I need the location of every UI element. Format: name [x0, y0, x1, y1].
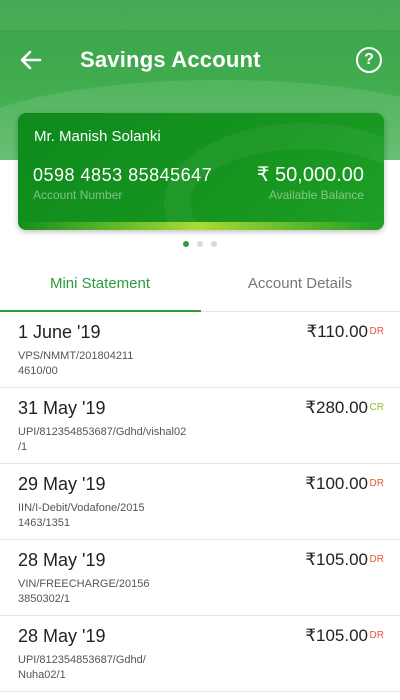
- transaction-description-line: IIN/I-Debit/Vodafone/2015: [18, 502, 145, 514]
- transaction-amount: ₹105.00: [305, 550, 368, 569]
- header-stripe: [0, 0, 400, 30]
- transaction-date: 1 June '19: [18, 322, 101, 342]
- transaction-row[interactable]: 28 May '19 VIN/FREECHARGE/20156 3850302/…: [0, 540, 400, 616]
- transaction-description-line: 3850302/1: [18, 593, 70, 605]
- transaction-row[interactable]: 31 May '19 UPI/812354853687/Gdhd/vishal0…: [0, 388, 400, 464]
- available-balance: ₹ 50,000.00: [256, 164, 364, 186]
- help-button[interactable]: ?: [356, 47, 382, 73]
- transaction-description: UPI/812354853687/Gdhd/vishal02 /1: [18, 425, 208, 455]
- help-circle-icon: ?: [364, 51, 374, 68]
- transaction-description-line: UPI/812354853687/Gdhd/vishal02: [18, 426, 187, 438]
- page-title: Savings Account: [80, 47, 261, 72]
- transaction-description-line: UPI/812354853687/Gdhd/: [18, 654, 146, 666]
- transaction-description: VIN/FREECHARGE/20156 3850302/1: [18, 577, 208, 607]
- transaction-date: 28 May '19: [18, 626, 106, 646]
- transaction-description-line: VIN/FREECHARGE/20156: [18, 578, 150, 590]
- transaction-description: IIN/I-Debit/Vodafone/2015 1463/1351: [18, 501, 208, 531]
- transaction-description: VPS/NMMT/201804211 4610/00: [18, 349, 208, 379]
- pager-dot[interactable]: [183, 241, 189, 247]
- pager-dot[interactable]: [211, 241, 217, 247]
- transaction-description-line: /1: [18, 441, 28, 453]
- arrow-left-icon: [20, 50, 42, 70]
- transaction-date: 31 May '19: [18, 398, 106, 418]
- transaction-description-line: 1463/1351: [18, 517, 70, 529]
- top-bar: Savings Account ?: [0, 38, 400, 82]
- card-pager: [0, 241, 400, 247]
- available-balance-label: Available Balance: [268, 188, 364, 202]
- transaction-description-line: Nuha02/1: [18, 669, 66, 681]
- transaction-type-badge: DR: [369, 478, 384, 489]
- transaction-type-badge: CR: [369, 402, 384, 413]
- transaction-date: 28 May '19: [18, 550, 106, 570]
- transaction-description-line: VPS/NMMT/201804211: [18, 350, 134, 362]
- transaction-date: 29 May '19: [18, 474, 106, 494]
- account-card[interactable]: Mr. Manish Solanki 0598 4853 85845647 Ac…: [18, 113, 384, 230]
- tab-account-details[interactable]: Account Details: [200, 262, 400, 312]
- transaction-amount: ₹280.00: [305, 398, 368, 417]
- back-button[interactable]: [16, 46, 46, 74]
- transaction-description-line: 4610/00: [18, 365, 58, 377]
- transaction-type-badge: DR: [369, 630, 384, 641]
- tab-mini-statement[interactable]: Mini Statement: [0, 262, 200, 312]
- account-number-label: Account Number: [33, 188, 123, 202]
- pager-dot[interactable]: [197, 241, 203, 247]
- transaction-list: 1 June '19 VPS/NMMT/201804211 4610/00 ₹1…: [0, 312, 400, 692]
- transaction-row[interactable]: 28 May '19 UPI/812354853687/Gdhd/ Nuha02…: [0, 616, 400, 692]
- transaction-type-badge: DR: [369, 326, 384, 337]
- account-number: 0598 4853 85845647: [33, 165, 213, 185]
- transaction-row[interactable]: 29 May '19 IIN/I-Debit/Vodafone/2015 146…: [0, 464, 400, 540]
- transaction-amount: ₹105.00: [305, 626, 368, 645]
- transaction-amount: ₹100.00: [305, 474, 368, 493]
- transaction-row[interactable]: 1 June '19 VPS/NMMT/201804211 4610/00 ₹1…: [0, 312, 400, 388]
- transaction-type-badge: DR: [369, 554, 384, 565]
- account-holder-name: Mr. Manish Solanki: [34, 128, 161, 145]
- transaction-description: UPI/812354853687/Gdhd/ Nuha02/1: [18, 653, 208, 683]
- tab-bar: Mini Statement Account Details: [0, 262, 400, 312]
- card-bottom-glow: [18, 222, 384, 230]
- transaction-amount: ₹110.00: [306, 322, 368, 341]
